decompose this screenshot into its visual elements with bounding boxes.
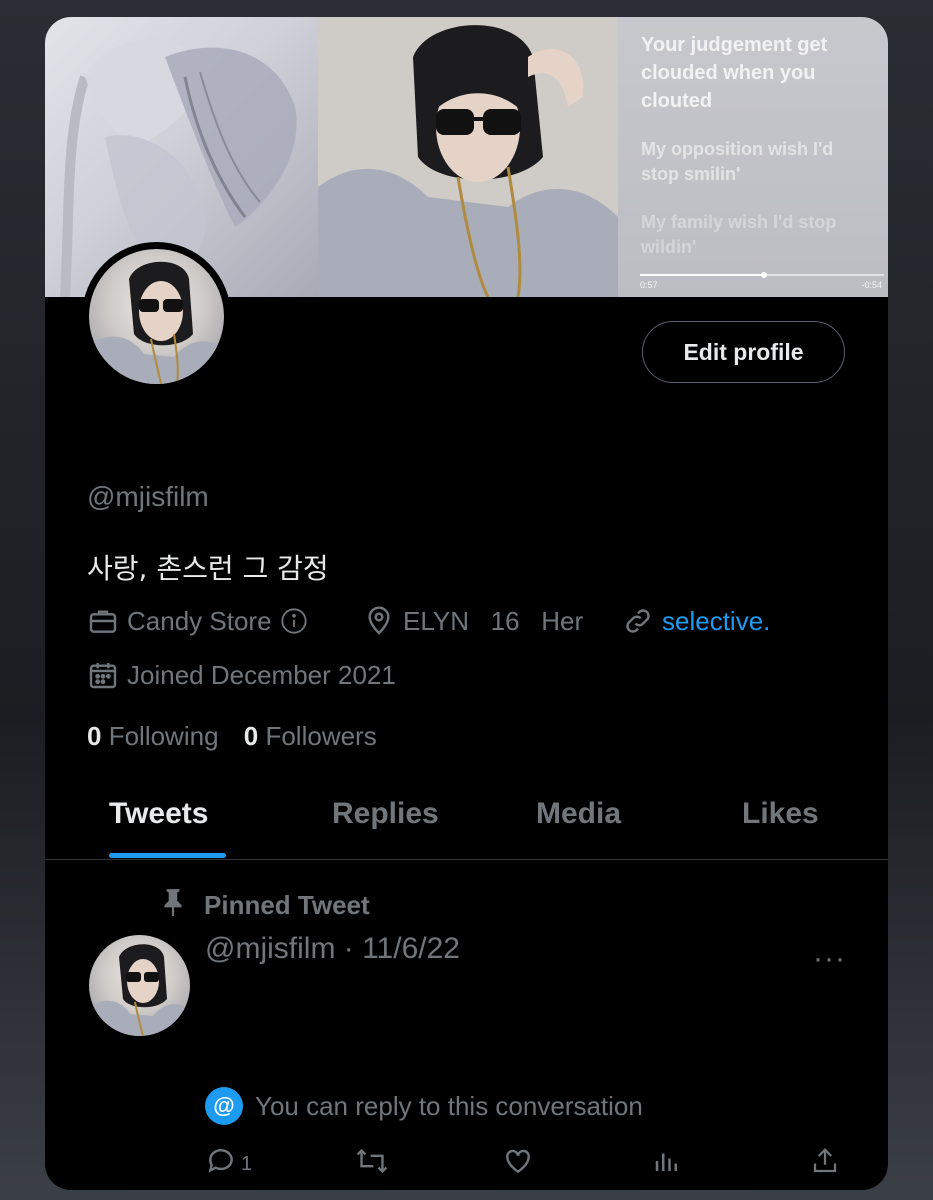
pinned-text: Pinned Tweet: [204, 890, 370, 920]
banner-lyrics-panel: Your judgement get clouded when you clou…: [618, 17, 888, 297]
elapsed-time: 0:57: [640, 280, 658, 290]
at-mention-icon: @: [205, 1087, 243, 1125]
tab-likes[interactable]: Likes: [742, 797, 819, 831]
profile-handle: @mjisfilm: [87, 481, 209, 512]
profile-bio: 사랑, 촌스런 그 감정: [87, 552, 329, 585]
location-pin-icon: [363, 605, 395, 637]
active-tab-indicator: [109, 853, 226, 858]
tweet-avatar[interactable]: [89, 935, 190, 1036]
profile-location: ELYN 16 Her: [363, 605, 583, 637]
views-icon: [652, 1145, 682, 1183]
tweet-header[interactable]: @mjisfilm · 11/6/22: [205, 932, 460, 966]
following-count: 0: [87, 721, 102, 751]
calendar-icon: [87, 659, 119, 691]
profile-joined: Joined December 2021: [87, 659, 396, 691]
reply-restriction-note: @ You can reply to this conversation: [205, 1087, 643, 1125]
more-options-icon[interactable]: ···: [813, 942, 846, 976]
tab-tweets[interactable]: Tweets: [109, 797, 208, 831]
tab-media[interactable]: Media: [536, 797, 621, 831]
tab-replies[interactable]: Replies: [332, 797, 439, 831]
playback-progress-bar[interactable]: [640, 272, 884, 278]
profile-website[interactable]: selective.: [622, 605, 770, 637]
lyric-current: Your judgement get clouded when you clou…: [641, 34, 828, 112]
views-button[interactable]: [652, 1145, 682, 1183]
following-link[interactable]: 0 Following: [87, 721, 226, 751]
reply-icon: [205, 1145, 237, 1183]
profile-avatar[interactable]: [82, 242, 231, 391]
info-icon[interactable]: [280, 607, 308, 635]
like-icon: [502, 1145, 534, 1183]
briefcase-icon: [87, 605, 119, 637]
share-button[interactable]: [810, 1145, 840, 1183]
followers-label: Followers: [265, 721, 377, 751]
retweet-button[interactable]: [355, 1145, 389, 1183]
banner-portrait-image: [318, 17, 618, 297]
lyric-next-1: My opposition wish I'd stop smilin': [641, 139, 834, 184]
tabs-divider: [45, 859, 888, 860]
link-icon: [622, 605, 654, 637]
follow-stats: 0 Following 0 Followers: [87, 721, 377, 752]
share-icon: [810, 1145, 840, 1183]
playback-knob[interactable]: [761, 272, 768, 278]
location-label: ELYN 16 Her: [403, 605, 584, 636]
lyric-next-2: My family wish I'd stop wildin': [641, 212, 837, 257]
reply-count: 1: [241, 1152, 253, 1175]
profile-card: Your judgement get clouded when you clou…: [45, 17, 888, 1190]
retweet-icon: [355, 1145, 389, 1183]
edit-profile-button[interactable]: Edit profile: [642, 321, 845, 383]
followers-count: 0: [243, 721, 259, 751]
following-label: Following: [108, 721, 219, 751]
reply-button[interactable]: 1: [205, 1145, 252, 1183]
pin-icon: [160, 887, 186, 924]
pinned-tweet-label: Pinned Tweet: [160, 887, 370, 924]
category-label: Candy Store: [127, 605, 272, 636]
profile-category: Candy Store: [87, 605, 308, 637]
website-link[interactable]: selective.: [662, 606, 770, 637]
joined-label: Joined December 2021: [127, 659, 396, 690]
remaining-time: -0:54: [861, 280, 882, 290]
followers-link[interactable]: 0 Followers: [244, 721, 377, 751]
reply-note-text: You can reply to this conversation: [255, 1090, 643, 1121]
like-button[interactable]: [502, 1145, 534, 1183]
playback-progress-fill: [640, 274, 765, 276]
